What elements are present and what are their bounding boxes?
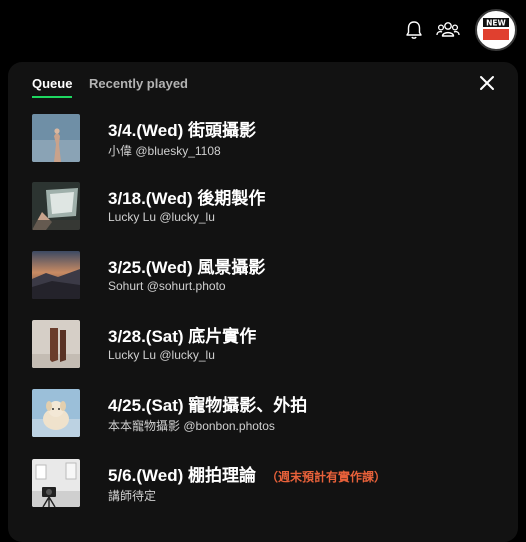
episode-title: 3/18.(Wed) 後期製作 [108, 189, 266, 208]
episode-subtitle: 本本寵物攝影 @bonbon.photos [108, 419, 275, 433]
episode-subtitle: 講師待定 [108, 489, 157, 503]
tab-recently-played[interactable]: Recently played [89, 76, 188, 91]
list-item[interactable]: 4/25.(Sat) 寵物攝影、外拍 本本寵物攝影 @bonbon.photos [8, 381, 518, 441]
list-item[interactable]: 3/18.(Wed) 後期製作 Lucky Lu @lucky_lu [8, 174, 518, 234]
queue-panel: Queue Recently played 3/4.(Wed) 街頭攝影 小偉 … [8, 62, 518, 542]
friends-icon[interactable] [434, 18, 462, 42]
profile-logo-icon: NEW [483, 18, 509, 40]
list-item[interactable]: 3/25.(Wed) 風景攝影 Sohurt @sohurt.photo [8, 243, 518, 303]
thumbnail [32, 459, 80, 507]
thumbnail [32, 114, 80, 162]
avatar[interactable]: NEW [475, 9, 517, 51]
list-item[interactable]: 5/6.(Wed) 棚拍理論 （週末預計有實作課） 講師待定 [8, 451, 518, 511]
episode-title: 5/6.(Wed) 棚拍理論 （週末預計有實作課） [108, 466, 386, 485]
episode-subtitle: 小偉 @bluesky_1108 [108, 144, 221, 158]
close-icon[interactable] [476, 72, 498, 94]
list-item[interactable]: 3/4.(Wed) 街頭攝影 小偉 @bluesky_1108 [8, 106, 518, 166]
episode-subtitle: Sohurt @sohurt.photo [108, 279, 226, 293]
thumbnail [32, 251, 80, 299]
svg-text:NEW: NEW [486, 19, 506, 28]
schedule-note: （週末預計有實作課） [265, 470, 386, 484]
thumbnail [32, 182, 80, 230]
top-bar: NEW [0, 0, 526, 60]
episode-title: 3/25.(Wed) 風景攝影 [108, 258, 266, 277]
list-item[interactable]: 3/28.(Sat) 底片實作 Lucky Lu @lucky_lu [8, 312, 518, 372]
thumbnail [32, 320, 80, 368]
thumbnail [32, 389, 80, 437]
tab-queue[interactable]: Queue [32, 76, 73, 98]
episode-subtitle: Lucky Lu @lucky_lu [108, 210, 215, 224]
episode-title: 3/4.(Wed) 街頭攝影 [108, 121, 256, 140]
episode-title: 3/28.(Sat) 底片實作 [108, 327, 257, 346]
bell-icon[interactable] [402, 18, 426, 42]
episode-title: 4/25.(Sat) 寵物攝影、外拍 [108, 396, 308, 415]
episode-subtitle: Lucky Lu @lucky_lu [108, 348, 215, 362]
